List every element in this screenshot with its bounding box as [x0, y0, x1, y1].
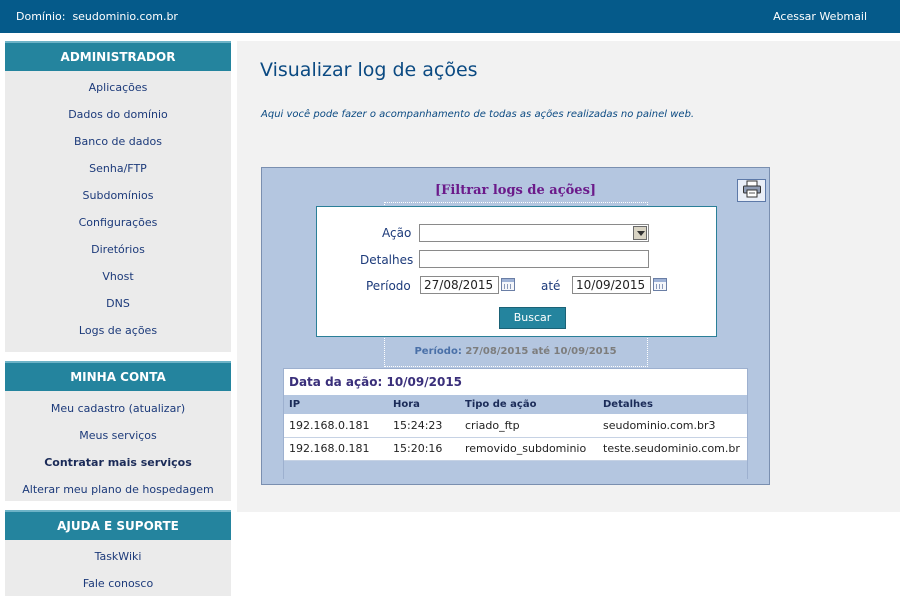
filter-panel: [Filtrar logs de ações] Ação Detalhes Pe… — [261, 167, 770, 485]
support-menu: TaskWiki Fale conosco — [5, 540, 231, 596]
sidebar-item-fale-conosco[interactable]: Fale conosco — [5, 570, 231, 597]
cell-detalhes: seudominio.com.br3 — [598, 414, 747, 438]
sidebar-item-subdominios[interactable]: Subdomínios — [5, 182, 231, 209]
table-row: 192.168.0.181 15:24:23 criado_ftp seudom… — [284, 414, 747, 438]
admin-section-title: ADMINISTRADOR — [5, 41, 231, 71]
search-button[interactable]: Buscar — [499, 307, 566, 329]
sidebar-item-contratar-servicos[interactable]: Contratar mais serviços — [5, 449, 231, 476]
sidebar-item-meu-cadastro[interactable]: Meu cadastro (atualizar) — [5, 395, 231, 422]
results-table-container: Data da ação: 10/09/2015 IP Hora Tipo de… — [283, 368, 748, 481]
page-title: Visualizar log de ações — [260, 59, 478, 81]
sidebar-item-banco-dados[interactable]: Banco de dados — [5, 128, 231, 155]
action-label: Ação — [382, 226, 412, 240]
account-menu: Meu cadastro (atualizar) Meus serviços C… — [5, 391, 231, 501]
table-header-row: IP Hora Tipo de ação Detalhes — [284, 395, 747, 414]
domain-value: seudominio.com.br — [72, 10, 178, 23]
period-from-input[interactable]: 27/08/2015 — [420, 276, 499, 294]
account-section: MINHA CONTA Meu cadastro (atualizar) Meu… — [5, 361, 231, 501]
sidebar-item-configuracoes[interactable]: Configurações — [5, 209, 231, 236]
cell-hora: 15:24:23 — [388, 414, 460, 438]
chevron-down-icon — [633, 226, 647, 240]
period-summary-label: Período: — [414, 346, 462, 357]
cell-hora: 15:20:16 — [388, 437, 460, 461]
results-table: IP Hora Tipo de ação Detalhes 192.168.0.… — [284, 395, 747, 461]
sidebar-item-taskwiki[interactable]: TaskWiki — [5, 543, 231, 570]
support-section-title: AJUDA E SUPORTE — [5, 510, 231, 540]
account-section-title: MINHA CONTA — [5, 361, 231, 391]
calendar-icon[interactable] — [501, 278, 515, 291]
period-to-input[interactable]: 10/09/2015 — [572, 276, 651, 294]
filter-title: [Filtrar logs de ações] — [434, 183, 597, 198]
admin-section: ADMINISTRADOR Aplicações Dados do domíni… — [5, 41, 231, 352]
column-header-detalhes: Detalhes — [598, 395, 747, 414]
cell-ip: 192.168.0.181 — [284, 414, 388, 438]
sidebar: ADMINISTRADOR Aplicações Dados do domíni… — [5, 41, 231, 596]
cell-detalhes: teste.seudominio.com.br — [598, 437, 747, 461]
calendar-icon[interactable] — [653, 278, 667, 291]
support-section: AJUDA E SUPORTE TaskWiki Fale conosco — [5, 510, 231, 596]
sidebar-item-dados-dominio[interactable]: Dados do domínio — [5, 101, 231, 128]
cell-ip: 192.168.0.181 — [284, 437, 388, 461]
sidebar-item-logs-acoes[interactable]: Logs de ações — [5, 317, 231, 344]
admin-menu: Aplicações Dados do domínio Banco de dad… — [5, 71, 231, 352]
results-date-heading: Data da ação: 10/09/2015 — [289, 375, 463, 389]
period-summary: Período: 27/08/2015 até 10/09/2015 — [262, 346, 769, 357]
sidebar-item-diretorios[interactable]: Diretórios — [5, 236, 231, 263]
sidebar-item-alterar-plano[interactable]: Alterar meu plano de hospedagem — [5, 476, 231, 503]
column-header-ip: IP — [284, 395, 388, 414]
period-summary-value: 27/08/2015 até 10/09/2015 — [465, 346, 617, 357]
domain-label: Domínio: — [16, 10, 66, 23]
sidebar-item-vhost[interactable]: Vhost — [5, 263, 231, 290]
sidebar-item-aplicacoes[interactable]: Aplicações — [5, 74, 231, 101]
column-header-hora: Hora — [388, 395, 460, 414]
cell-tipo: criado_ftp — [460, 414, 598, 438]
details-label: Detalhes — [360, 253, 414, 267]
top-bar: Domínio: seudominio.com.br Acessar Webma… — [0, 0, 900, 33]
main-content: Visualizar log de ações Aqui você pode f… — [237, 41, 900, 512]
period-to-value: 10/09/2015 — [576, 278, 646, 292]
sidebar-item-dns[interactable]: DNS — [5, 290, 231, 317]
column-header-tipo: Tipo de ação — [460, 395, 598, 414]
sidebar-item-senha-ftp[interactable]: Senha/FTP — [5, 155, 231, 182]
webmail-link[interactable]: Acessar Webmail — [773, 10, 867, 23]
table-footer — [284, 460, 747, 481]
table-row: 192.168.0.181 15:20:16 removido_subdomin… — [284, 437, 747, 461]
period-from-value: 27/08/2015 — [424, 278, 494, 292]
period-label: Período — [366, 279, 411, 293]
page-description: Aqui você pode fazer o acompanhamento de… — [261, 109, 695, 120]
cell-tipo: removido_subdominio — [460, 437, 598, 461]
domain-info: Domínio: seudominio.com.br — [16, 10, 178, 23]
filter-form: Ação Detalhes Período 27/08/2015 até 10/… — [316, 206, 717, 337]
action-select[interactable] — [419, 224, 649, 242]
sidebar-item-meus-servicos[interactable]: Meus serviços — [5, 422, 231, 449]
until-label: até — [541, 279, 561, 293]
details-input[interactable] — [419, 250, 649, 268]
